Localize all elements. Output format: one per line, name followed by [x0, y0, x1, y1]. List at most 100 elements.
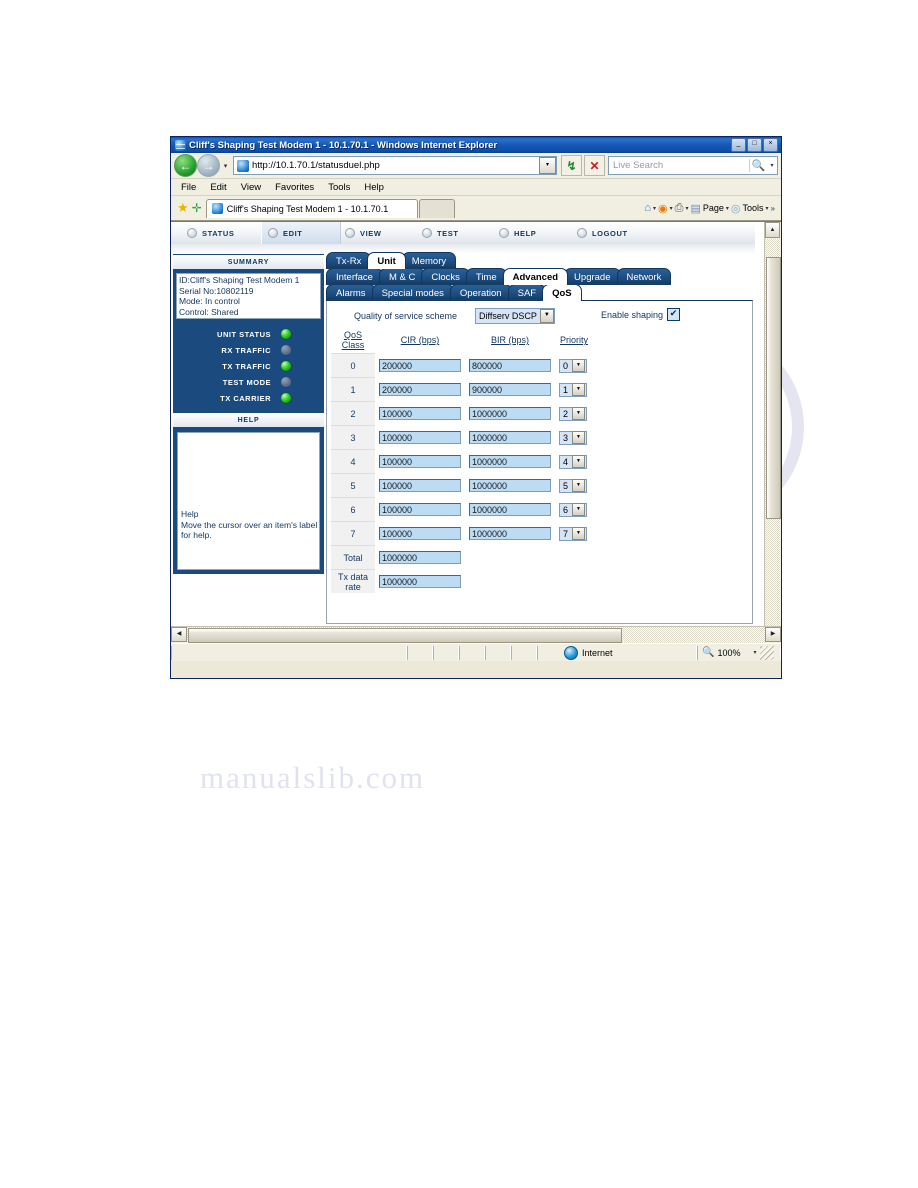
enable-shaping-row[interactable]: Enable shaping ✔: [601, 308, 681, 321]
cir-input-5[interactable]: 100000: [379, 479, 461, 492]
menu-edit[interactable]: Edit: [210, 182, 226, 193]
bir-input-3[interactable]: 1000000: [469, 431, 551, 444]
cir-input-0[interactable]: 200000: [379, 359, 461, 372]
tab-network[interactable]: Network: [616, 268, 672, 285]
bir-input-7[interactable]: 1000000: [469, 527, 551, 540]
resize-grip-icon[interactable]: [759, 645, 774, 660]
tab-m-and-c[interactable]: M & C: [378, 268, 426, 285]
cir-input-3[interactable]: 100000: [379, 431, 461, 444]
menu-favorites[interactable]: Favorites: [275, 182, 314, 193]
tab-advanced[interactable]: Advanced: [502, 268, 569, 285]
cir-input-1[interactable]: 200000: [379, 383, 461, 396]
scheme-select[interactable]: Diffserv DSCP ▼: [475, 308, 555, 324]
vertical-scrollbar[interactable]: ▲ ▼: [764, 222, 781, 643]
cir-input-2[interactable]: 100000: [379, 407, 461, 420]
feeds-icon[interactable]: ◉: [658, 202, 668, 215]
chevron-down-icon[interactable]: ▼: [539, 309, 554, 323]
tab-qos[interactable]: QoS: [542, 284, 582, 301]
bir-input-5[interactable]: 1000000: [469, 479, 551, 492]
stop-icon[interactable]: ✕: [584, 155, 605, 176]
favorites-star-icon[interactable]: ★: [177, 200, 189, 216]
tab-special-modes[interactable]: Special modes: [371, 284, 454, 301]
menu-help[interactable]: Help: [364, 182, 384, 193]
page-menu-icon[interactable]: ▤: [690, 202, 700, 215]
address-input[interactable]: http://10.1.70.1/statusduel.php ▾: [233, 156, 557, 175]
back-button[interactable]: ←: [174, 154, 197, 177]
scroll-right-button[interactable]: ▶: [765, 627, 781, 642]
address-dropdown-icon[interactable]: ▾: [539, 157, 556, 174]
priority-select-7[interactable]: 7 ▼: [559, 526, 587, 541]
priority-select-2[interactable]: 2 ▼: [559, 406, 587, 421]
nav-item-view[interactable]: VIEW: [339, 222, 417, 244]
tab-unit[interactable]: Unit: [367, 252, 406, 269]
zoom-caret-icon[interactable]: ▾: [753, 649, 756, 656]
priority-select-1[interactable]: 1 ▼: [559, 382, 587, 397]
bir-input-0[interactable]: 800000: [469, 359, 551, 372]
tab-clocks[interactable]: Clocks: [421, 268, 470, 285]
priority-select-3[interactable]: 3 ▼: [559, 430, 587, 445]
nav-item-test[interactable]: TEST: [416, 222, 490, 244]
menu-tools[interactable]: Tools: [328, 182, 350, 193]
priority-select-0[interactable]: 0 ▼: [559, 358, 587, 373]
new-tab-button[interactable]: [418, 198, 455, 218]
priority-select-6[interactable]: 6 ▼: [559, 502, 587, 517]
tools-gear-icon[interactable]: ◎: [731, 202, 741, 215]
horizontal-scroll-thumb[interactable]: [188, 628, 622, 643]
add-favorite-icon[interactable]: ✛: [192, 201, 202, 215]
tab-memory[interactable]: Memory: [401, 252, 457, 269]
nav-item-edit[interactable]: EDIT: [261, 222, 341, 244]
scroll-left-button[interactable]: ◀: [171, 627, 187, 642]
home-caret-icon[interactable]: ▾: [653, 205, 656, 212]
forward-button[interactable]: →: [197, 154, 220, 177]
scroll-up-button[interactable]: ▲: [765, 222, 780, 238]
menu-file[interactable]: File: [181, 182, 196, 193]
nav-item-help[interactable]: HELP: [493, 222, 569, 244]
bir-input-6[interactable]: 1000000: [469, 503, 551, 516]
bir-input-4[interactable]: 1000000: [469, 455, 551, 468]
print-caret-icon[interactable]: ▾: [685, 205, 688, 212]
tab-time[interactable]: Time: [465, 268, 507, 285]
maximize-button[interactable]: □: [747, 138, 762, 152]
nav-item-status[interactable]: STATUS: [181, 222, 263, 244]
tools-caret-icon[interactable]: ▾: [766, 205, 769, 212]
horizontal-scrollbar[interactable]: ◀ ▶: [171, 626, 781, 643]
refresh-icon[interactable]: ↯: [561, 155, 582, 176]
chevron-down-icon[interactable]: ▼: [572, 455, 585, 468]
bir-input-1[interactable]: 900000: [469, 383, 551, 396]
vertical-scroll-thumb[interactable]: [766, 257, 781, 519]
nav-item-logout[interactable]: LOGOUT: [571, 222, 659, 244]
tools-menu-label[interactable]: Tools: [743, 203, 764, 213]
chevron-down-icon[interactable]: ▼: [572, 527, 585, 540]
tab-upgrade[interactable]: Upgrade: [564, 268, 621, 285]
chevron-down-icon[interactable]: ▼: [572, 407, 585, 420]
chevron-down-icon[interactable]: ▼: [572, 383, 585, 396]
priority-select-4[interactable]: 4 ▼: [559, 454, 587, 469]
security-zone[interactable]: Internet: [537, 645, 697, 660]
page-caret-icon[interactable]: ▾: [726, 205, 729, 212]
priority-select-5[interactable]: 5 ▼: [559, 478, 587, 493]
tab-interface[interactable]: Interface: [326, 268, 383, 285]
home-icon[interactable]: ⌂: [644, 202, 651, 214]
cir-input-6[interactable]: 100000: [379, 503, 461, 516]
feeds-caret-icon[interactable]: ▾: [670, 205, 673, 212]
overflow-icon[interactable]: »: [771, 204, 775, 213]
cir-input-4[interactable]: 100000: [379, 455, 461, 468]
close-button[interactable]: ×: [763, 138, 778, 152]
tab-alarms[interactable]: Alarms: [326, 284, 376, 301]
search-dropdown-icon[interactable]: ▾: [767, 162, 777, 169]
chevron-down-icon[interactable]: ▼: [572, 479, 585, 492]
minimize-button[interactable]: _: [731, 138, 746, 152]
tab-tx-rx[interactable]: Tx-Rx: [326, 252, 372, 269]
zoom-control[interactable]: 🔍 100% ▾: [697, 645, 781, 660]
chevron-down-icon[interactable]: ▼: [572, 359, 585, 372]
bir-input-2[interactable]: 1000000: [469, 407, 551, 420]
recent-pages-dropdown-icon[interactable]: ▾: [220, 162, 231, 170]
menu-view[interactable]: View: [241, 182, 261, 193]
browser-tab[interactable]: Cliff's Shaping Test Modem 1 - 10.1.70.1: [205, 198, 418, 218]
chevron-down-icon[interactable]: ▼: [572, 431, 585, 444]
chevron-down-icon[interactable]: ▼: [572, 503, 585, 516]
cir-input-7[interactable]: 100000: [379, 527, 461, 540]
tab-saf[interactable]: SAF: [507, 284, 547, 301]
tab-operation[interactable]: Operation: [449, 284, 512, 301]
search-icon[interactable]: 🔍: [749, 159, 767, 172]
